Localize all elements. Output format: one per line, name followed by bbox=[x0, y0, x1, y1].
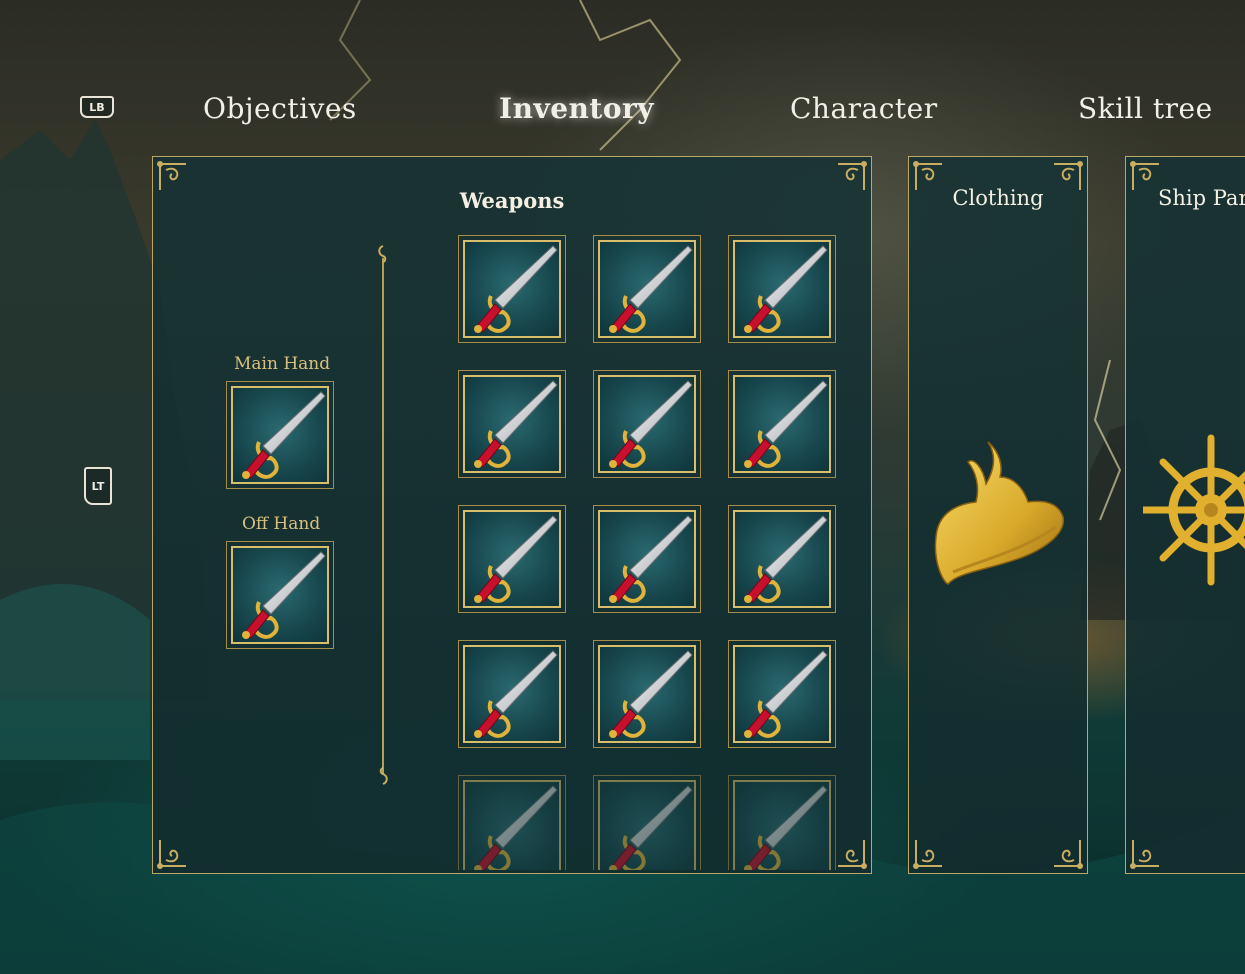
weapon-slot[interactable] bbox=[458, 505, 566, 613]
corner-ornament bbox=[1129, 824, 1175, 870]
panel-divider bbox=[382, 258, 384, 774]
tab-skill-tree[interactable]: Skill tree bbox=[1078, 92, 1213, 125]
tab-inventory[interactable]: Inventory bbox=[499, 92, 654, 125]
weapon-slot[interactable] bbox=[593, 235, 701, 343]
sword-icon bbox=[231, 386, 329, 484]
main-hand-label: Main Hand bbox=[234, 354, 331, 374]
sword-icon bbox=[733, 510, 831, 608]
sword-icon bbox=[463, 240, 561, 338]
weapons-panel-title: Weapons bbox=[459, 188, 565, 213]
sword-icon bbox=[598, 510, 696, 608]
weapon-slot[interactable] bbox=[458, 370, 566, 478]
weapon-slot[interactable] bbox=[458, 235, 566, 343]
ship-wheel-icon[interactable] bbox=[1143, 430, 1245, 592]
sword-icon bbox=[598, 645, 696, 743]
sword-icon bbox=[598, 780, 696, 870]
weapon-slot[interactable] bbox=[728, 505, 836, 613]
sword-icon bbox=[463, 645, 561, 743]
sword-icon bbox=[463, 375, 561, 473]
weapon-slot[interactable] bbox=[728, 640, 836, 748]
weapon-slot[interactable] bbox=[458, 775, 566, 870]
sword-icon bbox=[733, 780, 831, 870]
sword-icon bbox=[733, 645, 831, 743]
weapon-slot[interactable] bbox=[593, 505, 701, 613]
off-hand-slot[interactable] bbox=[226, 541, 334, 649]
divider-ornament-top bbox=[378, 245, 387, 263]
corner-ornament bbox=[912, 824, 958, 870]
weapon-slot[interactable] bbox=[728, 370, 836, 478]
weapon-slot[interactable] bbox=[458, 640, 566, 748]
weapon-slot[interactable] bbox=[728, 235, 836, 343]
corner-ornament bbox=[912, 160, 958, 206]
corner-ornament bbox=[1129, 160, 1175, 206]
sword-icon bbox=[463, 780, 561, 870]
sword-icon bbox=[598, 240, 696, 338]
left-trigger-button[interactable]: LT bbox=[84, 467, 112, 505]
corner-ornament bbox=[822, 824, 868, 870]
weapon-slot[interactable] bbox=[593, 775, 701, 870]
weapon-slot[interactable] bbox=[593, 640, 701, 748]
tab-character[interactable]: Character bbox=[790, 92, 938, 125]
corner-ornament bbox=[156, 160, 202, 206]
tab-objectives[interactable]: Objectives bbox=[203, 92, 357, 125]
off-hand-label: Off Hand bbox=[242, 514, 321, 534]
sword-icon bbox=[733, 240, 831, 338]
left-bumper-button[interactable]: LB bbox=[80, 96, 114, 118]
sword-icon bbox=[231, 546, 329, 644]
divider-ornament-bottom bbox=[379, 767, 388, 785]
corner-ornament bbox=[1038, 824, 1084, 870]
pirate-hat-icon[interactable] bbox=[928, 432, 1068, 592]
sword-icon bbox=[733, 375, 831, 473]
corner-ornament bbox=[156, 824, 202, 870]
main-hand-slot[interactable] bbox=[226, 381, 334, 489]
sword-icon bbox=[463, 510, 561, 608]
weapon-slot[interactable] bbox=[593, 370, 701, 478]
corner-ornament bbox=[822, 160, 868, 206]
weapon-slot[interactable] bbox=[728, 775, 836, 870]
sword-icon bbox=[598, 375, 696, 473]
corner-ornament bbox=[1038, 160, 1084, 206]
